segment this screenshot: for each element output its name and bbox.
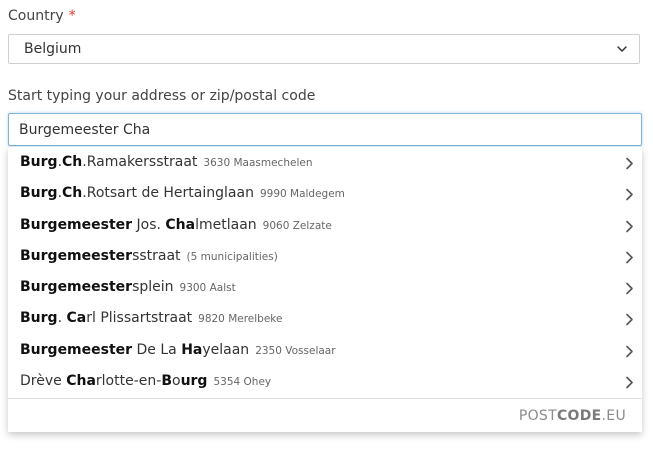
suggestion-item[interactable]: Burg.Ch.Ramakersstraat 3630 Maasmechelen: [8, 147, 642, 178]
suggestion-street: Burgemeester De La Hayelaan: [20, 342, 249, 358]
matched-text: B: [161, 373, 172, 390]
matched-text: Burg: [20, 185, 58, 202]
country-label-text: Country: [8, 8, 64, 24]
address-search-input[interactable]: [8, 113, 642, 146]
street-text: lmetlaan: [195, 216, 257, 233]
chevron-right-icon: [626, 251, 633, 264]
matched-text: Burgemeester: [20, 341, 133, 358]
street-text: .Rotsart de Hertainglaan: [82, 185, 254, 202]
suggestion-street: Drève Charlotte-en-Bourg: [20, 373, 207, 389]
street-text: splein: [132, 279, 174, 296]
chevron-right-icon: [626, 314, 633, 326]
matched-text: Burg: [20, 310, 58, 327]
address-label: Start typing your address or zip/postal …: [8, 88, 316, 104]
suggestion-locality: 9990 Maldegem: [259, 188, 345, 201]
suggestion-list: Burg.Ch.Ramakersstraat 3630 Maasmechelen B…: [8, 147, 642, 397]
brand-suffix: .EU: [601, 408, 626, 424]
suggestion-item[interactable]: Drève Charlotte-en-Bourg 5354 Ohey: [8, 366, 642, 397]
suggestion-item[interactable]: Burgemeester De La Hayelaan 2350 Vosselaa…: [8, 335, 642, 366]
street-text: o: [171, 373, 181, 390]
brand-highlight: CODE: [556, 408, 602, 424]
matched-text: Burgemeester: [20, 279, 133, 296]
suggestion-street: Burgemeestersstraat: [20, 248, 181, 264]
postcode-eu-logo: POSTCODE.EU: [519, 408, 626, 424]
suggestion-street: Burg. Carl Plissartstraat: [20, 310, 192, 326]
matched-text: Burgemeester: [20, 216, 133, 233]
street-text: rlotte-en-: [95, 373, 162, 390]
chevron-right-icon: [626, 282, 633, 295]
autocomplete-dropdown: Burg.Ch.Ramakersstraat 3630 Maasmechelen B…: [8, 147, 642, 432]
chevron-down-icon: [617, 46, 627, 52]
suggestion-locality: 9820 Merelbeke: [198, 313, 283, 326]
suggestion-locality: (5 municipalities): [186, 250, 278, 263]
chevron-right-icon: [626, 376, 633, 389]
matched-text: Ch: [62, 154, 83, 170]
chevron-right-icon: [626, 220, 633, 232]
street-text: yelaan: [202, 341, 250, 358]
street-text: Jos.: [132, 216, 166, 233]
country-select-value: Belgium: [24, 41, 82, 57]
suggestion-item[interactable]: Burg. Carl Plissartstraat 9820 Merelbeke: [8, 303, 642, 334]
suggestion-locality: 9060 Zelzate: [262, 219, 332, 232]
suggestion-locality: 5354 Ohey: [213, 376, 272, 389]
suggestion-locality: 9300 Aalst: [179, 282, 236, 295]
suggestion-street: Burg.Ch.Ramakersstraat: [20, 154, 197, 170]
street-text: .Ramakersstraat: [82, 154, 198, 170]
matched-text: Cha: [165, 216, 196, 233]
suggestion-locality: 2350 Vosselaar: [255, 344, 336, 357]
country-select[interactable]: Belgium: [8, 34, 640, 64]
suggestion-street: Burg.Ch.Rotsart de Hertainglaan: [20, 185, 254, 201]
matched-text: Burgemeester: [20, 247, 133, 264]
matched-text: Ch: [62, 185, 83, 202]
street-text: rl Plissartstraat: [86, 310, 193, 327]
suggestion-item[interactable]: Burg.Ch.Rotsart de Hertainglaan 9990 Mald…: [8, 178, 642, 209]
brand-prefix: POST: [518, 408, 557, 424]
matched-text: Cha: [66, 373, 96, 390]
matched-text: Ha: [181, 341, 203, 358]
suggestion-item[interactable]: Burgemeestersstraat (5 municipalities): [8, 241, 642, 272]
matched-text: Burg: [20, 154, 58, 170]
country-label: Country *: [8, 7, 76, 25]
street-text: sstraat: [132, 247, 181, 264]
suggestion-item[interactable]: Burgemeester Jos. Chalmetlaan 9060 Zelzat…: [8, 210, 642, 241]
suggestion-item[interactable]: Burgemeestersplein 9300 Aalst: [8, 272, 642, 303]
chevron-right-icon: [626, 157, 633, 170]
matched-text: Ca: [66, 310, 87, 327]
required-marker: *: [68, 8, 76, 24]
dropdown-footer: POSTCODE.EU: [8, 398, 642, 433]
suggestion-locality: 3630 Maasmechelen: [203, 157, 313, 169]
chevron-right-icon: [626, 345, 633, 358]
suggestion-street: Burgemeestersplein: [20, 279, 174, 295]
suggestion-street: Burgemeester Jos. Chalmetlaan: [20, 217, 257, 233]
street-text: Drève: [20, 373, 67, 390]
street-text: De La: [132, 341, 182, 358]
matched-text: urg: [180, 373, 208, 390]
chevron-right-icon: [626, 188, 633, 201]
